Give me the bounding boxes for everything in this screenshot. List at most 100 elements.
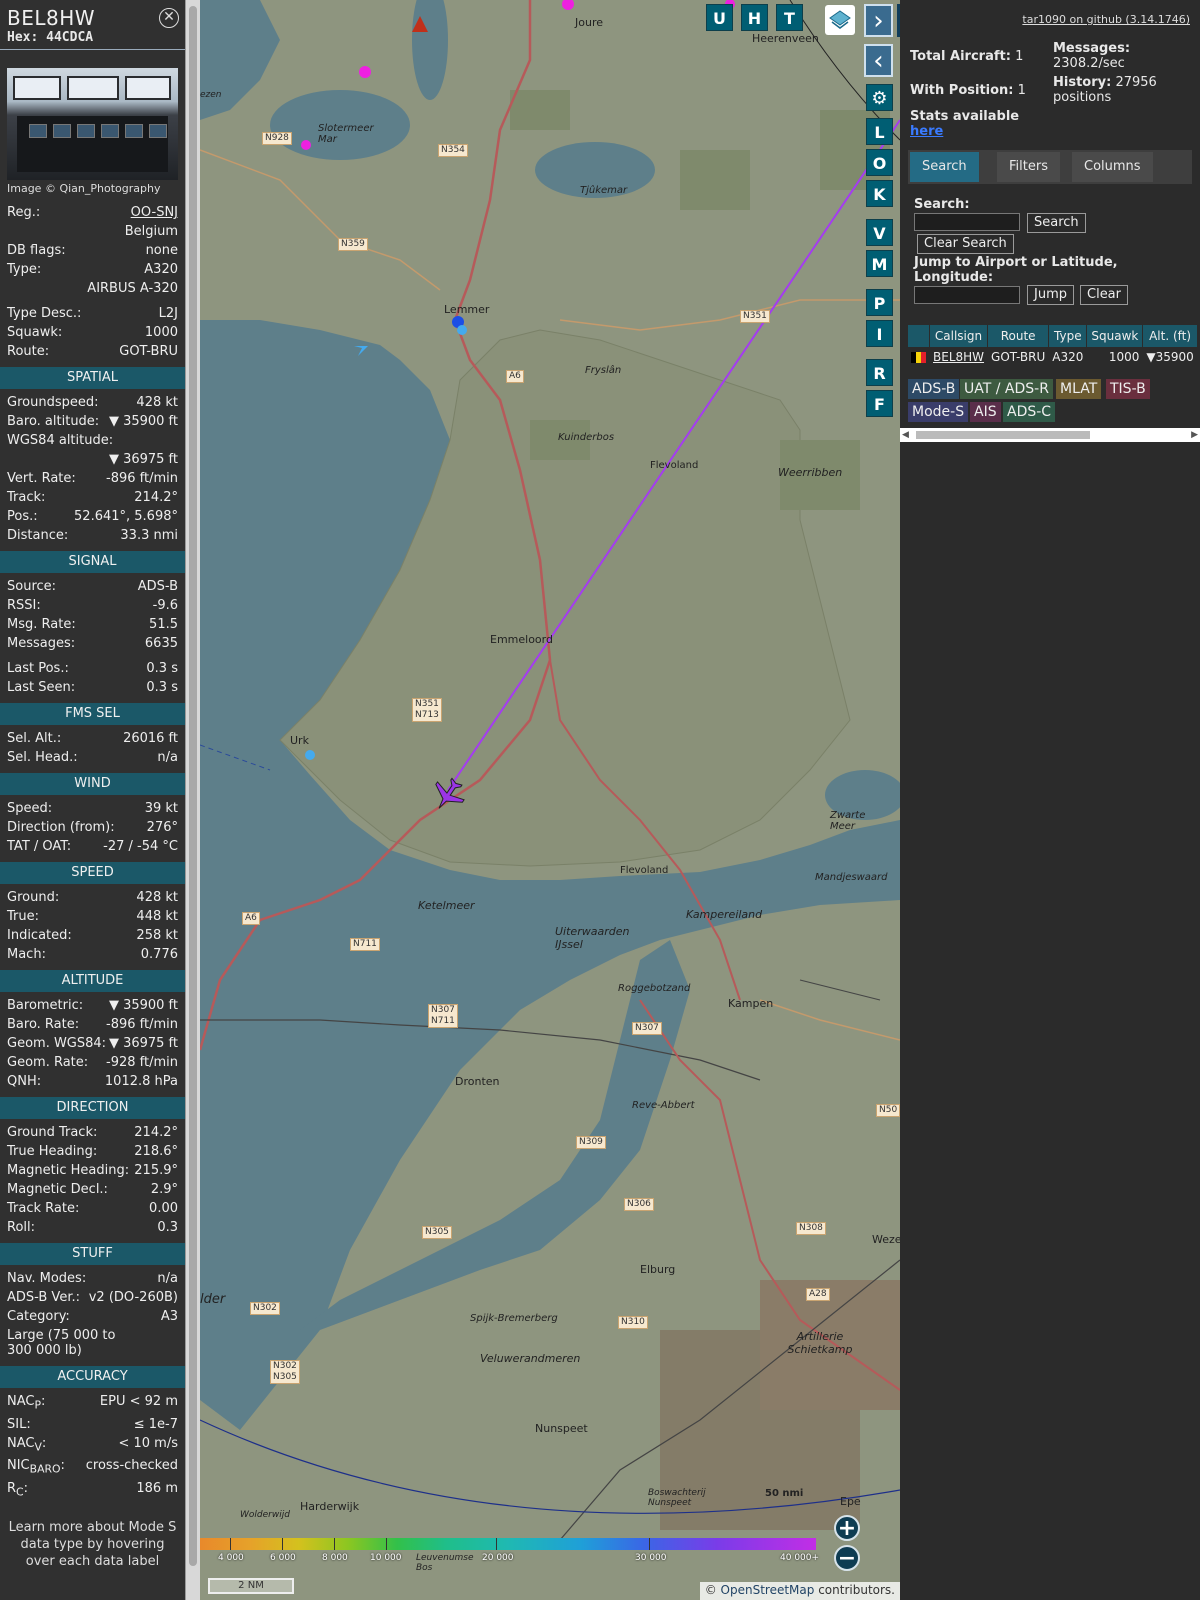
- collapse-sidebar-icon[interactable]: ‹: [864, 44, 893, 77]
- dir-mhead: Magnetic Heading: 215.9°: [7, 1163, 178, 1178]
- map-view[interactable]: Joure Heerenveen Slotermeer Mar Tjûkemar…: [200, 0, 900, 1600]
- road-n359: N359: [338, 238, 368, 251]
- dir-trate: Track Rate: 0.00: [7, 1201, 178, 1216]
- signal-lastpos: Last Pos.: 0.3 s: [7, 661, 178, 676]
- chip-adsc[interactable]: ADS-C: [1003, 402, 1056, 422]
- spatial-pos: Pos.: 52.641°, 5.698°: [7, 509, 178, 524]
- info-header: BEL8HW Hex: 44CDCA ✕: [0, 0, 185, 50]
- button-v[interactable]: V: [866, 219, 893, 246]
- table-header-row: Callsign Route Type Squawk Alt. (ft): [908, 325, 1197, 347]
- road-n928: N928: [262, 132, 292, 145]
- road-n306: N306: [624, 1198, 654, 1211]
- place-kuinderbos: Kuinderbos: [558, 432, 615, 443]
- flag-belgium-icon: [908, 348, 929, 366]
- search-input[interactable]: [914, 213, 1020, 231]
- row-squawk: 1000: [1108, 350, 1140, 364]
- place-joure: Joure: [575, 16, 603, 29]
- place-fryslan: Fryslân: [585, 365, 622, 376]
- speed-ground: Ground: 428 kt: [7, 890, 178, 905]
- button-l[interactable]: L: [866, 118, 893, 145]
- place-veluwerandmeren: Veluwerandmeren: [480, 1352, 581, 1365]
- road-n307-n711: N307 N711: [428, 1004, 458, 1028]
- github-link[interactable]: tar1090 on github (3.14.1746): [1022, 13, 1190, 26]
- button-p[interactable]: P: [866, 289, 893, 316]
- wind-dir: Direction (from): 276°: [7, 820, 178, 835]
- chip-ais[interactable]: AIS: [970, 402, 1001, 422]
- place-spijk: Spijk-Bremerberg: [470, 1313, 558, 1324]
- button-o[interactable]: O: [866, 149, 893, 176]
- osm-link[interactable]: OpenStreetMap: [721, 1583, 815, 1597]
- acc-nicbaro: NICBARO: cross-checked: [7, 1458, 178, 1476]
- col-type[interactable]: Type: [1049, 325, 1087, 347]
- spatial-groundspeed: Groundspeed: 428 kt: [7, 395, 178, 410]
- zoom-out-button[interactable]: −: [834, 1545, 860, 1571]
- table-row[interactable]: BEL8HW GOT-BRU A320 1000 ▼35900: [908, 348, 1197, 366]
- aircraft-photo[interactable]: [7, 68, 178, 180]
- altitude-color-scale: [200, 1538, 816, 1550]
- settings-gear-icon[interactable]: ⚙: [866, 84, 893, 111]
- zoom-in-button[interactable]: +: [834, 1515, 860, 1541]
- jump-button[interactable]: Jump: [1027, 285, 1074, 305]
- chip-modes[interactable]: Mode-S: [908, 402, 969, 422]
- button-r[interactable]: R: [866, 359, 893, 386]
- col-squawk[interactable]: Squawk: [1087, 325, 1143, 347]
- road-n50: N50: [876, 1104, 900, 1117]
- place-artillerie: Artillerie Schietkamp: [787, 1330, 853, 1356]
- place-kampereiland: Kampereiland: [686, 908, 763, 921]
- section-speed: SPEED: [0, 862, 185, 884]
- tab-columns[interactable]: Columns: [1072, 152, 1153, 182]
- search-button[interactable]: Search: [1027, 213, 1086, 233]
- alt-geom: Geom. WGS84: ▼ 36975 ft: [7, 1036, 178, 1051]
- tab-filters[interactable]: Filters: [997, 152, 1060, 182]
- place-mandjeswaard: Mandjeswaard: [815, 872, 888, 883]
- clear-search-button[interactable]: Clear Search: [917, 234, 1014, 254]
- layers-icon[interactable]: [825, 5, 855, 35]
- row-route: GOT-BRU: [991, 350, 1046, 364]
- info-panel-scrollbar[interactable]: [185, 0, 200, 1600]
- button-i[interactable]: I: [866, 320, 893, 347]
- stuff-category: Category: A3: [7, 1309, 178, 1324]
- road-n302-n305: N302 N305: [270, 1360, 300, 1384]
- place-heerenveen: Heerenveen: [752, 32, 819, 45]
- button-h[interactable]: H: [741, 4, 768, 31]
- close-icon[interactable]: ✕: [159, 8, 179, 28]
- chip-uat[interactable]: UAT / ADS-R: [960, 379, 1053, 399]
- col-route[interactable]: Route: [988, 325, 1049, 347]
- speed-true: True: 448 kt: [7, 909, 178, 924]
- place-uiterwaarden: Uiterwaarden IJssel: [555, 925, 630, 951]
- alt-barorate: Baro. Rate: -896 ft/min: [7, 1017, 178, 1032]
- clear-jump-button[interactable]: Clear: [1080, 285, 1128, 305]
- map-scale-bar: 2 NM: [208, 1578, 294, 1594]
- expand-sidebar-icon[interactable]: ›: [864, 4, 893, 37]
- col-flag[interactable]: [908, 325, 929, 347]
- road-n711: N711: [350, 938, 380, 951]
- button-m[interactable]: M: [866, 250, 893, 277]
- button-k[interactable]: K: [866, 180, 893, 207]
- road-n307: N307: [632, 1022, 662, 1035]
- button-f[interactable]: F: [866, 390, 893, 417]
- signal-lastseen: Last Seen: 0.3 s: [7, 680, 178, 695]
- place-leuvenumse: Leuvenumse Bos: [416, 1553, 474, 1573]
- chip-tisb[interactable]: TIS-B: [1106, 379, 1150, 399]
- row-callsign[interactable]: BEL8HW: [930, 348, 987, 366]
- sidebar-panel: tar1090 on github (3.14.1746) Total Airc…: [900, 0, 1200, 1600]
- stats-link[interactable]: here: [910, 124, 1019, 139]
- chip-mlat[interactable]: MLAT: [1056, 379, 1102, 399]
- button-u[interactable]: U: [706, 4, 733, 31]
- place-nunspeet: Nunspeet: [535, 1422, 588, 1435]
- info-type-full: AIRBUS A-320: [87, 281, 178, 296]
- jump-input[interactable]: [914, 286, 1020, 304]
- col-alt[interactable]: Alt. (ft): [1143, 325, 1197, 347]
- reg-link[interactable]: OO-SNJ: [131, 205, 178, 220]
- wind-tat: TAT / OAT: -27 / -54 °C: [7, 839, 178, 854]
- search-label: Search:: [914, 197, 970, 212]
- info-dbflags: DB flags: none: [7, 243, 178, 258]
- spatial-vrate: Vert. Rate: -896 ft/min: [7, 471, 178, 486]
- place-emmeloord: Emmeloord: [490, 633, 553, 646]
- chip-adsb[interactable]: ADS-B: [908, 379, 960, 399]
- col-callsign[interactable]: Callsign: [930, 325, 988, 347]
- dir-mdecl: Magnetic Decl.: 2.9°: [7, 1182, 178, 1197]
- tab-search[interactable]: Search: [910, 152, 979, 182]
- table-horizontal-scrollbar[interactable]: ◀ ▶: [900, 428, 1200, 442]
- button-t[interactable]: T: [776, 4, 803, 31]
